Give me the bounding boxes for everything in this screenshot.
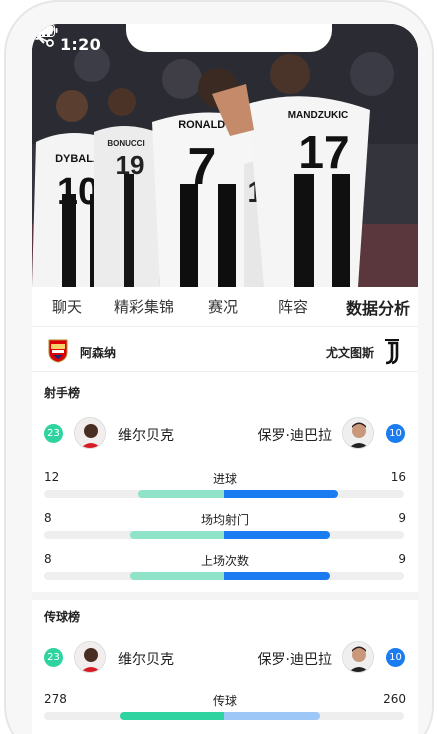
home-player-avatar: [74, 417, 106, 449]
home-player-rank-badge: 23: [44, 424, 63, 443]
team-header: 阿森纳 尤文图斯: [32, 328, 418, 372]
jersey-number-2: 19: [116, 150, 145, 180]
stat-row-appearances: 8 上场次数 9: [32, 552, 418, 588]
stat-row-shots-per-game: 8 场均射门 9: [32, 511, 418, 547]
stat-bar-track: [44, 712, 404, 720]
stat-row-passes: 278 传球 260: [32, 692, 418, 728]
away-stat-bar: [224, 531, 330, 539]
home-stat-bar: [120, 712, 224, 720]
jersey-number-1: 10: [57, 171, 99, 213]
home-stat-bar: [130, 531, 224, 539]
jersey-number-3: 7: [188, 138, 217, 196]
home-player-rank-badge: 23: [44, 648, 63, 667]
juventus-logo-icon: [385, 339, 399, 365]
away-stat-value: 9: [398, 552, 406, 566]
jersey-name-5: MANDZUKIC: [288, 110, 349, 121]
home-stat-bar: [130, 572, 224, 580]
away-stat-value: 260: [383, 692, 406, 706]
phone-notch: [126, 24, 332, 52]
tab-chat[interactable]: 聊天: [52, 296, 82, 317]
stat-bar-track: [44, 490, 404, 498]
home-player-avatar: [74, 641, 106, 673]
home-team-name: 阿森纳: [80, 346, 117, 360]
tab-data-analysis[interactable]: 数据分析: [346, 295, 410, 319]
away-stat-bar: [224, 572, 330, 580]
app-screen: DYBALA 10 BONUCCI 19 RONALDO 7 MANDZUKIC…: [32, 24, 418, 734]
home-stat-bar: [138, 490, 224, 498]
away-stat-bar: [224, 712, 320, 720]
arsenal-crest-icon: [48, 339, 68, 363]
jersey-name-2: BONUCCI: [107, 139, 144, 148]
stat-label: 进球: [212, 472, 237, 486]
away-player-name: 保罗·迪巴拉: [257, 428, 332, 444]
home-player-name: 维尔贝克: [118, 428, 174, 444]
stat-row-goals: 12 进球 16: [32, 470, 418, 506]
player-row-passing[interactable]: 23 维尔贝克 保罗·迪巴拉 10: [32, 639, 418, 675]
away-player-rank-badge: 10: [386, 648, 405, 667]
tab-highlights[interactable]: 精彩集锦: [114, 296, 174, 317]
away-player-avatar: [342, 641, 374, 673]
away-player-name: 保罗·迪巴拉: [257, 652, 332, 668]
stat-bar-track: [44, 531, 404, 539]
section-divider: [32, 592, 418, 600]
away-player-avatar: [342, 417, 374, 449]
away-stat-bar: [224, 490, 338, 498]
stat-label: 上场次数: [200, 554, 249, 568]
stat-bar-track: [44, 572, 404, 580]
match-photo: DYBALA 10 BONUCCI 19 RONALDO 7 MANDZUKIC…: [32, 24, 418, 287]
share-icon[interactable]: [32, 24, 56, 48]
tab-live[interactable]: 赛况: [208, 296, 238, 317]
status-bar: 1:20: [32, 24, 418, 64]
section-title-scorers: 射手榜: [44, 386, 81, 400]
away-player-rank-badge: 10: [386, 424, 405, 443]
player-row-scorers[interactable]: 23 维尔贝克 保罗·迪巴拉 10: [32, 415, 418, 451]
phone-frame: DYBALA 10 BONUCCI 19 RONALDO 7 MANDZUKIC…: [4, 0, 434, 734]
stat-label: 传球: [212, 694, 237, 708]
jersey-number-5: 17: [298, 126, 349, 178]
stat-label: 场均射门: [200, 513, 249, 527]
away-team-name: 尤文图斯: [325, 346, 374, 360]
tab-lineup[interactable]: 阵容: [278, 296, 308, 317]
section-title-passing: 传球榜: [44, 610, 81, 624]
status-time: 1:20: [60, 35, 101, 54]
away-stat-value: 16: [390, 470, 406, 484]
home-player-name: 维尔贝克: [118, 652, 174, 668]
away-stat-value: 9: [398, 511, 406, 525]
match-tabs: 聊天 精彩集锦 赛况 阵容 数据分析: [32, 287, 418, 327]
